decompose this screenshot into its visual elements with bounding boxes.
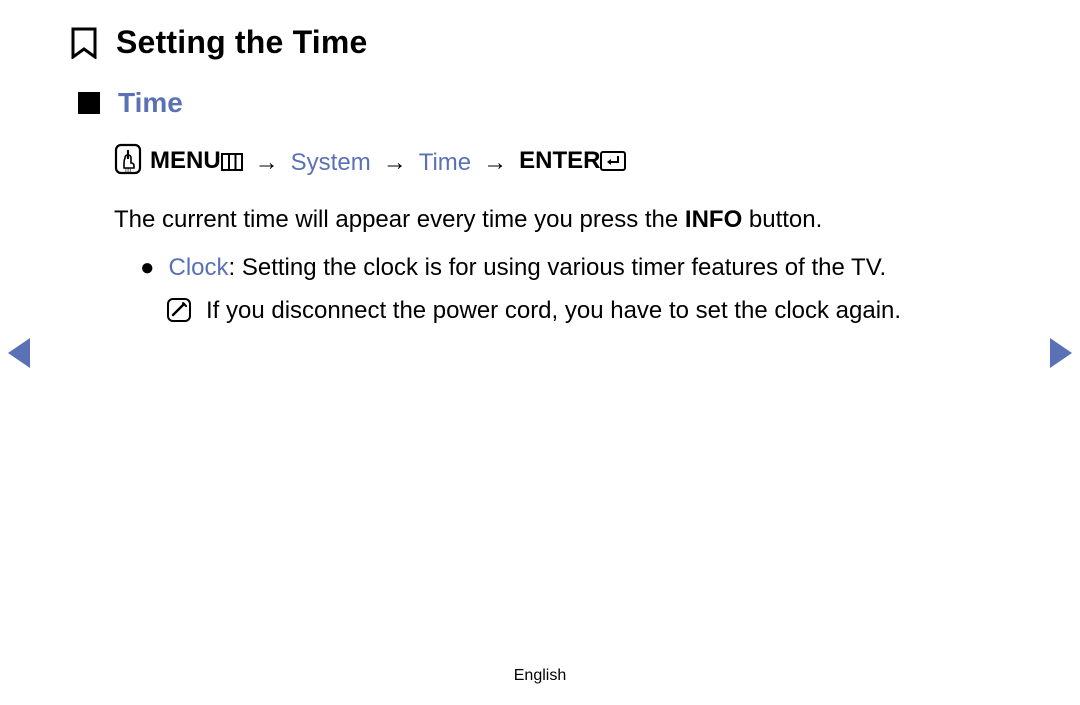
chevron-left-icon <box>8 338 30 368</box>
info-button-label: INFO <box>685 206 742 233</box>
bookmark-icon <box>70 27 98 59</box>
menu-word: MENU <box>150 147 221 174</box>
arrow-icon: → <box>251 149 283 177</box>
bullet-item: ● Clock: Setting the clock is for using … <box>140 252 1010 284</box>
bullet-dot-icon: ● <box>140 252 155 284</box>
chevron-right-icon <box>1050 338 1072 368</box>
prev-page-button[interactable] <box>8 338 30 368</box>
description: The current time will appear every time … <box>114 204 1010 236</box>
page: Setting the Time Time m MENU → Syste <box>0 0 1080 705</box>
section-title: Time <box>118 87 183 119</box>
clock-label: Clock <box>169 254 229 281</box>
path-system: System <box>291 149 371 177</box>
path-time: Time <box>419 149 471 177</box>
footer-language: English <box>0 667 1080 685</box>
section-row: Time <box>78 87 1010 119</box>
enter-key-icon <box>600 150 626 178</box>
note-icon <box>166 297 192 332</box>
desc-pre: The current time will appear every time … <box>114 206 685 233</box>
touch-icon: m <box>114 143 142 182</box>
svg-text:m: m <box>125 167 131 174</box>
square-bullet-icon <box>78 92 100 114</box>
page-title: Setting the Time <box>116 24 368 61</box>
note-text: If you disconnect the power cord, you ha… <box>206 295 901 327</box>
bullet-text: Clock: Setting the clock is for using va… <box>169 252 887 284</box>
arrow-icon: → <box>379 149 411 177</box>
menu-label: MENU <box>150 147 243 178</box>
note-row: If you disconnect the power cord, you ha… <box>166 295 1010 332</box>
title-row: Setting the Time <box>70 24 1010 61</box>
enter-label: ENTER <box>519 147 626 178</box>
menu-path: m MENU → System → Time → ENTER <box>114 143 1010 182</box>
bullet-body: : Setting the clock is for using various… <box>229 254 887 281</box>
desc-post: button. <box>742 206 822 233</box>
next-page-button[interactable] <box>1050 338 1072 368</box>
arrow-icon: → <box>479 149 511 177</box>
menu-grid-icon <box>221 150 243 178</box>
enter-word: ENTER <box>519 147 600 174</box>
